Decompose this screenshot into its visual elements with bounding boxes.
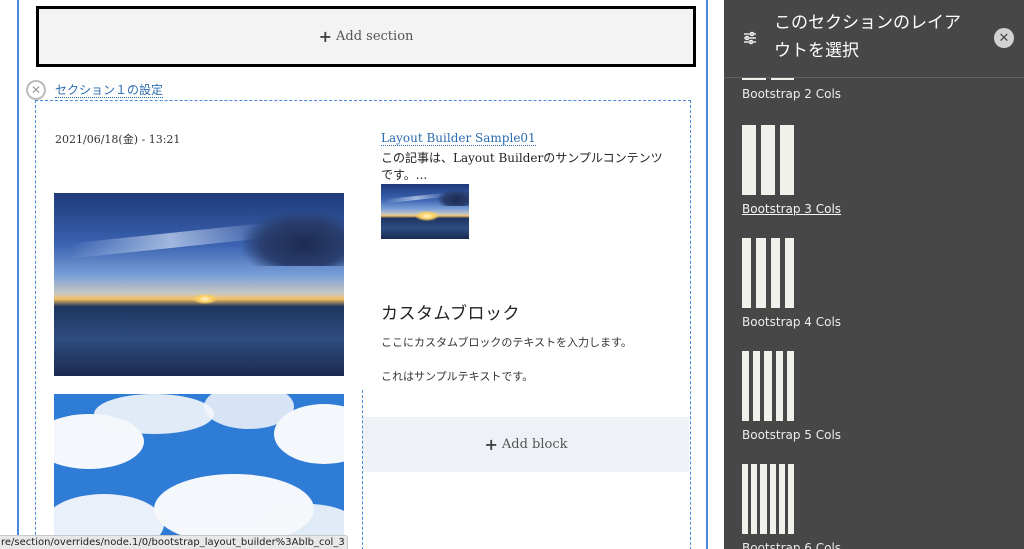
content-frame-left-border <box>17 0 19 549</box>
article-thumbnail[interactable] <box>381 184 469 239</box>
layout-option-label: Bootstrap 6 Cols <box>742 541 842 549</box>
remove-section-icon[interactable]: ✕ <box>26 80 46 100</box>
layout-option-label: Bootstrap 2 Cols <box>742 87 842 101</box>
link-status-bar: re/section/overrides/node.1/0/bootstrap_… <box>0 535 348 549</box>
custom-block-text: ここにカスタムブロックのテキストを入力します。 <box>381 336 632 349</box>
content-frame-right-border <box>706 0 708 549</box>
sunset-image <box>54 193 344 376</box>
section-config-bar: ✕ セクション１の設定 <box>26 80 164 100</box>
article-summary: この記事は、Layout Builderのサンプルコンテンツです。... <box>381 151 663 182</box>
sky-clouds-image <box>54 394 344 549</box>
layout-builder-canvas: + Add section ✕ セクション１の設定 2021/06/18(金) … <box>0 0 724 549</box>
panel-header: このセクションのレイアウトを選択 ✕ <box>724 0 1024 78</box>
add-block-label: Add block <box>501 437 568 452</box>
layout-option-6-cols[interactable]: Bootstrap 6 Cols <box>742 464 942 549</box>
layout-option-5-cols[interactable]: Bootstrap 5 Cols <box>742 351 942 442</box>
custom-block-title: カスタムブロック <box>381 304 520 324</box>
article-title-link[interactable]: Layout Builder Sample01 <box>381 131 536 146</box>
add-block-button[interactable]: + Add block <box>363 417 689 472</box>
plus-icon: + <box>484 435 498 454</box>
panel-title: このセクションのレイアウトを選択 <box>774 13 961 61</box>
post-date: 2021/06/18(金) - 13:21 <box>55 133 181 146</box>
six-columns-icon <box>742 464 795 534</box>
layout-option-label: Bootstrap 4 Cols <box>742 315 842 329</box>
add-section-button[interactable]: + Add section <box>36 6 696 67</box>
plus-icon: + <box>318 27 332 46</box>
configure-section-link[interactable]: セクション１の設定 <box>55 83 164 98</box>
four-columns-icon <box>742 238 794 308</box>
sliders-icon <box>744 31 756 45</box>
three-columns-icon <box>742 125 794 195</box>
layout-option-label: Bootstrap 5 Cols <box>742 428 842 442</box>
layout-option-label: Bootstrap 3 Cols <box>742 202 842 216</box>
close-icon[interactable]: ✕ <box>994 28 1014 48</box>
five-columns-icon <box>742 351 795 421</box>
off-canvas-panel: このセクションのレイアウトを選択 ✕ Bootstrap 2 Cols Boot… <box>724 0 1024 549</box>
add-section-label: Add section <box>336 29 414 44</box>
custom-block-text-2: これはサンプルテキストです。 <box>381 370 534 383</box>
layout-option-3-cols[interactable]: Bootstrap 3 Cols <box>742 125 942 216</box>
layout-option-4-cols[interactable]: Bootstrap 4 Cols <box>742 238 942 329</box>
